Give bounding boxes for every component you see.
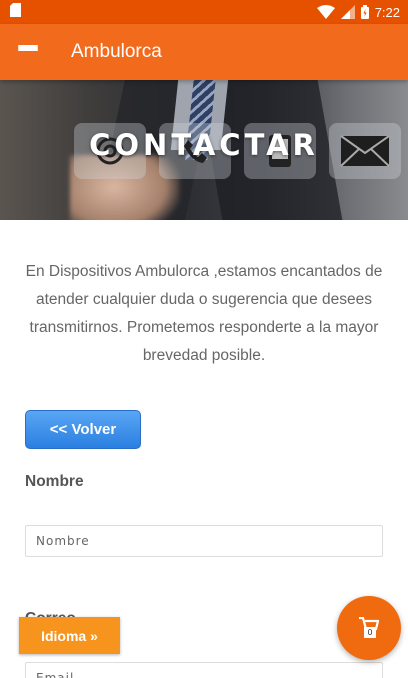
intro-text: En Dispositivos Ambulorca ,estamos encan… [25,263,383,364]
wifi-icon [316,5,335,19]
cart-count-badge: 0 [364,627,376,638]
menu-button[interactable] [0,24,56,80]
cart-button[interactable]: 0 [337,596,401,660]
hamburger-menu-icon [18,45,38,59]
email-field[interactable] [25,662,383,678]
language-button[interactable]: Idioma » [19,617,120,654]
name-field[interactable] [25,525,383,557]
hero-title: CONTACTAR [89,128,319,162]
name-label: Nombre [25,473,84,490]
sd-card-icon [10,2,21,22]
back-button[interactable]: << Volver [25,410,141,449]
signal-icon [340,5,355,19]
hero-banner: CONTACTAR [0,80,408,220]
battery-icon [360,5,369,19]
status-time: 7:22 [374,4,400,20]
status-bar: 7:22 [0,0,408,24]
app-title: Ambulorca [71,41,162,62]
app-bar: Ambulorca [0,24,408,80]
